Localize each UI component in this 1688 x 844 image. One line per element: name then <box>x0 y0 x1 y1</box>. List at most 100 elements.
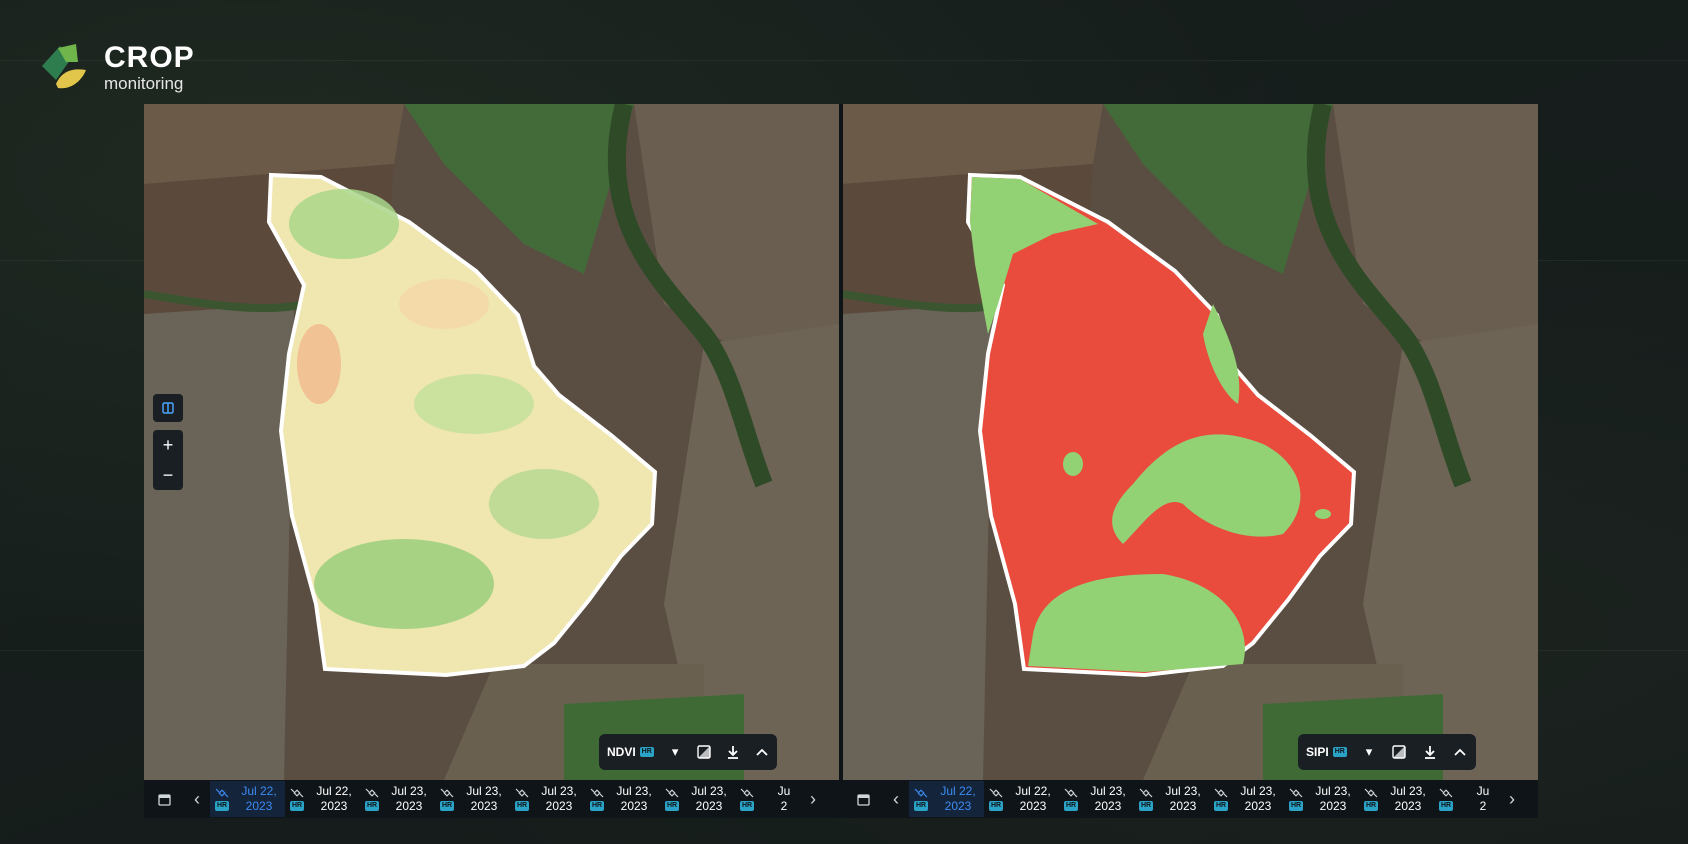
chevron-up-icon[interactable] <box>1452 741 1468 763</box>
image-compare-icon[interactable] <box>697 741 712 763</box>
layer-selector[interactable]: NDVI HR <box>607 745 654 759</box>
timeline-date-item[interactable]: HR Jul 23, 2023 <box>1134 781 1209 817</box>
timeline-date-label: Jul 22, 2023 <box>933 784 983 814</box>
timeline-date-label: Jul 22, 2023 <box>1008 784 1058 814</box>
year-line: 2023 <box>1244 799 1272 813</box>
date-line: Jul 22, <box>1015 784 1051 798</box>
image-compare-icon[interactable] <box>1391 741 1407 763</box>
satellite-icon: HR <box>512 788 532 811</box>
timeline-date-label: Jul 23, 2023 <box>1308 784 1358 814</box>
date-line: Jul 23, <box>1240 784 1276 798</box>
comparison-app: + − NDVI HR ▾ ‹ HR Jul 22, 2023 HR Jul 2… <box>144 104 1538 818</box>
timeline-date-item[interactable]: HR Jul 23, 2023 <box>585 781 660 817</box>
date-line: Jul 23, <box>1090 784 1126 798</box>
year-line: 2023 <box>1169 799 1197 813</box>
timeline-date-label: Ju 2 <box>759 784 800 814</box>
date-line: Jul 22, <box>940 784 976 798</box>
year-line: 2023 <box>470 799 498 813</box>
satellite-icon: HR <box>911 788 931 811</box>
hr-badge: HR <box>988 800 1004 811</box>
satellite-icon: HR <box>287 788 307 811</box>
background-line <box>0 60 1688 61</box>
split-view-button[interactable] <box>153 394 183 422</box>
date-line: Jul 23, <box>1390 784 1426 798</box>
timeline-date-item[interactable]: HR Jul 23, 2023 <box>1059 781 1134 817</box>
layer-toolbar: SIPI HR ▾ <box>1298 734 1476 770</box>
timeline-date-label: Jul 22, 2023 <box>309 784 359 814</box>
date-line: Jul 22, <box>241 784 277 798</box>
hr-badge: HR <box>913 800 929 811</box>
timeline-date-item[interactable]: HR Jul 22, 2023 <box>285 781 360 817</box>
date-line: Jul 23, <box>691 784 727 798</box>
download-icon[interactable] <box>725 741 740 763</box>
year-line: 2023 <box>620 799 648 813</box>
hr-badge: HR <box>639 747 654 757</box>
timeline-date-label: Jul 23, 2023 <box>534 784 584 814</box>
timeline-date-label: Jul 23, 2023 <box>1083 784 1133 814</box>
timeline-date-item[interactable]: HR Jul 23, 2023 <box>660 781 735 817</box>
date-line: Jul 23, <box>1165 784 1201 798</box>
year-line: 2023 <box>245 799 273 813</box>
hr-badge: HR <box>739 800 755 811</box>
download-icon[interactable] <box>1421 741 1437 763</box>
timeline-dates: HR Jul 22, 2023 HR Jul 22, 2023 HR Jul 23, 2023 H… <box>210 781 800 817</box>
logo-subtitle: monitoring <box>104 74 184 93</box>
timeline-date-label: Jul 23, 2023 <box>1158 784 1208 814</box>
map-panel-right: SIPI HR ▾ ‹ HR Jul 22, 2023 HR Jul 22, 2… <box>843 104 1538 818</box>
calendar-button[interactable] <box>843 793 883 806</box>
calendar-button[interactable] <box>144 793 184 806</box>
year-line: 2 <box>1479 799 1487 813</box>
date-line: Ju <box>1476 784 1490 798</box>
timeline-prev-button[interactable]: ‹ <box>883 789 909 810</box>
timeline-date-item[interactable]: HR Jul 23, 2023 <box>510 781 585 817</box>
year-line: 2023 <box>1319 799 1347 813</box>
timeline-date-item[interactable]: HR Jul 23, 2023 <box>1209 781 1284 817</box>
chevron-down-icon[interactable]: ▾ <box>668 741 683 763</box>
year-line: 2023 <box>944 799 972 813</box>
layer-name: NDVI <box>607 745 636 759</box>
zoom-out-button[interactable]: − <box>153 460 183 490</box>
hr-badge: HR <box>589 800 605 811</box>
date-line: Jul 22, <box>316 784 352 798</box>
timeline-date-item[interactable]: HR Jul 23, 2023 <box>360 781 435 817</box>
hr-badge: HR <box>1063 800 1079 811</box>
timeline-date-item[interactable]: HR Ju 2 <box>1434 781 1499 817</box>
timeline-date-item[interactable]: HR Jul 23, 2023 <box>435 781 510 817</box>
map-tools: + − <box>153 394 183 490</box>
timeline-date-label: Jul 23, 2023 <box>1383 784 1433 814</box>
satellite-image <box>144 104 839 780</box>
timeline-next-button[interactable]: › <box>800 789 826 810</box>
timeline-date-item[interactable]: HR Jul 23, 2023 <box>1359 781 1434 817</box>
zoom-controls: + − <box>153 430 183 490</box>
crop-logo-icon <box>42 44 86 89</box>
map-view-left[interactable]: + − NDVI HR ▾ <box>144 104 839 780</box>
map-view-right[interactable]: SIPI HR ▾ <box>843 104 1538 780</box>
date-line: Jul 23, <box>391 784 427 798</box>
hr-badge: HR <box>214 800 230 811</box>
timeline-prev-button[interactable]: ‹ <box>184 789 210 810</box>
timeline-date-item[interactable]: HR Jul 22, 2023 <box>210 781 285 817</box>
timeline-date-item[interactable]: HR Jul 23, 2023 <box>1284 781 1359 817</box>
satellite-icon: HR <box>1436 788 1456 811</box>
chevron-down-icon[interactable]: ▾ <box>1361 741 1377 763</box>
year-line: 2023 <box>545 799 573 813</box>
layer-selector[interactable]: SIPI HR <box>1306 745 1347 759</box>
date-timeline: ‹ HR Jul 22, 2023 HR Jul 22, 2023 HR Jul 23, 202… <box>843 780 1538 818</box>
layer-name: SIPI <box>1306 745 1329 759</box>
satellite-icon: HR <box>1286 788 1306 811</box>
hr-badge: HR <box>1138 800 1154 811</box>
year-line: 2023 <box>1094 799 1122 813</box>
hr-badge: HR <box>1288 800 1304 811</box>
year-line: 2 <box>780 799 788 813</box>
zoom-in-button[interactable]: + <box>153 430 183 460</box>
timeline-date-label: Jul 23, 2023 <box>609 784 659 814</box>
logo-title: CROP <box>104 41 195 74</box>
hr-badge: HR <box>1438 800 1454 811</box>
chevron-up-icon[interactable] <box>754 741 769 763</box>
timeline-next-button[interactable]: › <box>1499 789 1525 810</box>
timeline-date-label: Ju 2 <box>1458 784 1499 814</box>
timeline-date-item[interactable]: HR Ju 2 <box>735 781 800 817</box>
satellite-icon: HR <box>1361 788 1381 811</box>
timeline-date-item[interactable]: HR Jul 22, 2023 <box>909 781 984 817</box>
timeline-date-item[interactable]: HR Jul 22, 2023 <box>984 781 1059 817</box>
